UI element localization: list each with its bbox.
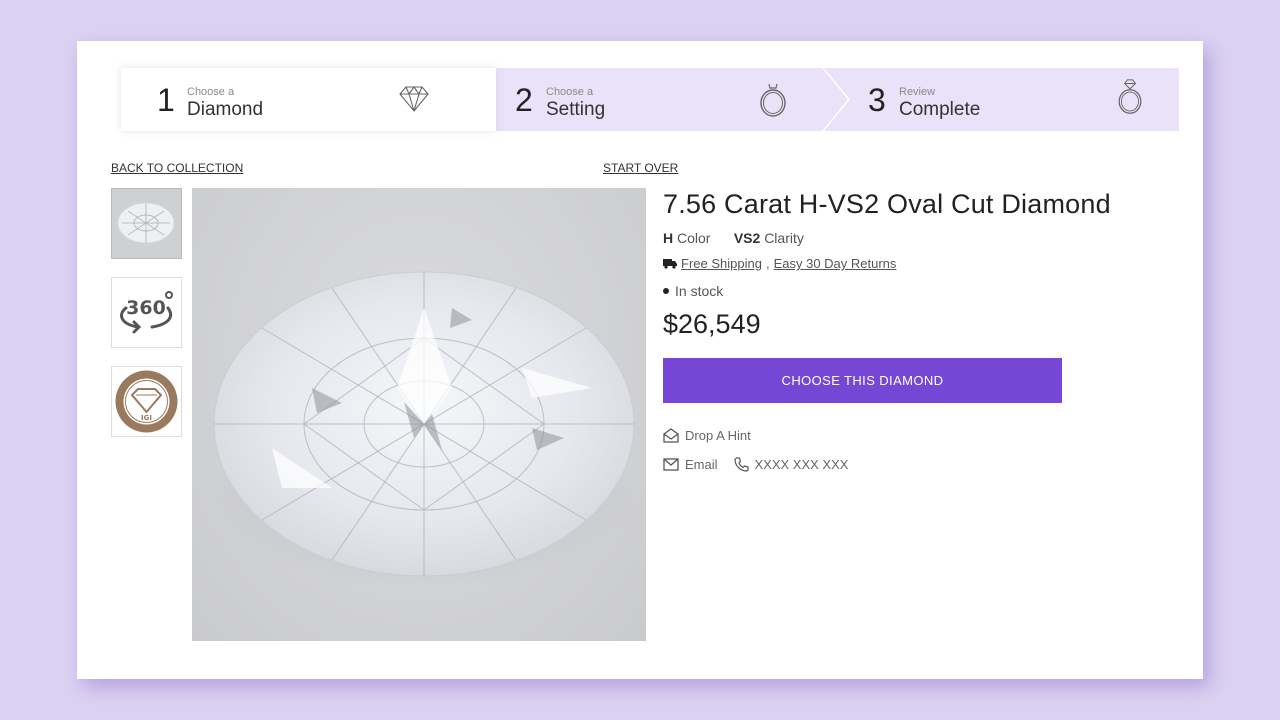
step-subtitle: Choose a: [187, 86, 235, 98]
diamond-main-image[interactable]: [192, 188, 646, 641]
thumbnail-360-view[interactable]: 360: [111, 277, 182, 348]
returns-link[interactable]: Easy 30 Day Returns: [774, 256, 897, 271]
envelope-icon: [663, 458, 679, 471]
oval-diamond-photo: [207, 271, 637, 588]
color-value: H: [663, 230, 674, 246]
clarity-label: Clarity: [764, 230, 804, 246]
product-page-card: 2 Choose a Setting 3 Review Complete 1 C…: [77, 41, 1203, 679]
contact-actions: Email XXXX XXX XXX: [663, 457, 1143, 472]
ring-with-diamond-icon: [1118, 79, 1142, 114]
free-shipping-link[interactable]: Free Shipping: [681, 256, 762, 271]
step-diamond[interactable]: 1 Choose a Diamond: [121, 68, 496, 131]
thumbnail-certificate[interactable]: IGI: [111, 366, 182, 437]
open-envelope-icon: [663, 428, 679, 443]
ring-icon: [760, 83, 786, 117]
thumbnail-photo[interactable]: [111, 188, 182, 259]
shipping-info: Free Shipping, Easy 30 Day Returns: [663, 256, 1143, 271]
step-title: Complete: [899, 99, 981, 120]
phone-number: XXXX XXX XXX: [754, 457, 849, 472]
phone-button[interactable]: XXXX XXX XXX: [733, 457, 849, 472]
stock-status: In stock: [663, 283, 1143, 299]
drop-a-hint-button[interactable]: Drop A Hint: [663, 428, 1143, 443]
step-complete[interactable]: 3 Review Complete: [824, 68, 1179, 131]
product-specs: H Color VS2 Clarity: [663, 230, 1143, 246]
phone-icon: [733, 457, 749, 472]
svg-text:IGI: IGI: [141, 414, 152, 422]
step-setting[interactable]: 2 Choose a Setting: [470, 68, 848, 131]
product-info: 7.56 Carat H-VS2 Oval Cut Diamond H Colo…: [663, 189, 1143, 472]
svg-text:360: 360: [126, 297, 166, 319]
step-number: 1: [157, 82, 175, 118]
diamond-icon: [399, 86, 429, 112]
step-number: 2: [515, 82, 533, 118]
stock-text: In stock: [675, 283, 724, 299]
clarity-value: VS2: [733, 230, 761, 246]
step-subtitle: Review: [899, 86, 936, 98]
truck-icon: [663, 259, 677, 269]
diamond-thumbnail-image: [112, 189, 181, 258]
step-subtitle: Choose a: [546, 86, 594, 98]
email-button[interactable]: Email: [663, 457, 718, 472]
product-price: $26,549: [663, 309, 761, 339]
choose-this-diamond-button[interactable]: CHOOSE THIS DIAMOND: [663, 358, 1062, 403]
stock-dot-icon: [663, 288, 669, 294]
step-number: 3: [868, 82, 886, 118]
step-title: Diamond: [187, 99, 264, 120]
color-label: Color: [677, 230, 711, 246]
igi-certificate-seal-icon: IGI: [115, 370, 178, 433]
drop-a-hint-label: Drop A Hint: [685, 428, 751, 443]
product-title: 7.56 Carat H-VS2 Oval Cut Diamond: [663, 189, 1111, 219]
step-title: Setting: [546, 99, 606, 120]
rotate-360-icon: 360: [120, 291, 173, 334]
email-label: Email: [685, 457, 718, 472]
back-to-collection-link[interactable]: BACK TO COLLECTION: [111, 161, 243, 175]
progress-stepper: 2 Choose a Setting 3 Review Complete 1 C…: [121, 68, 1179, 131]
start-over-link[interactable]: START OVER: [603, 161, 678, 175]
